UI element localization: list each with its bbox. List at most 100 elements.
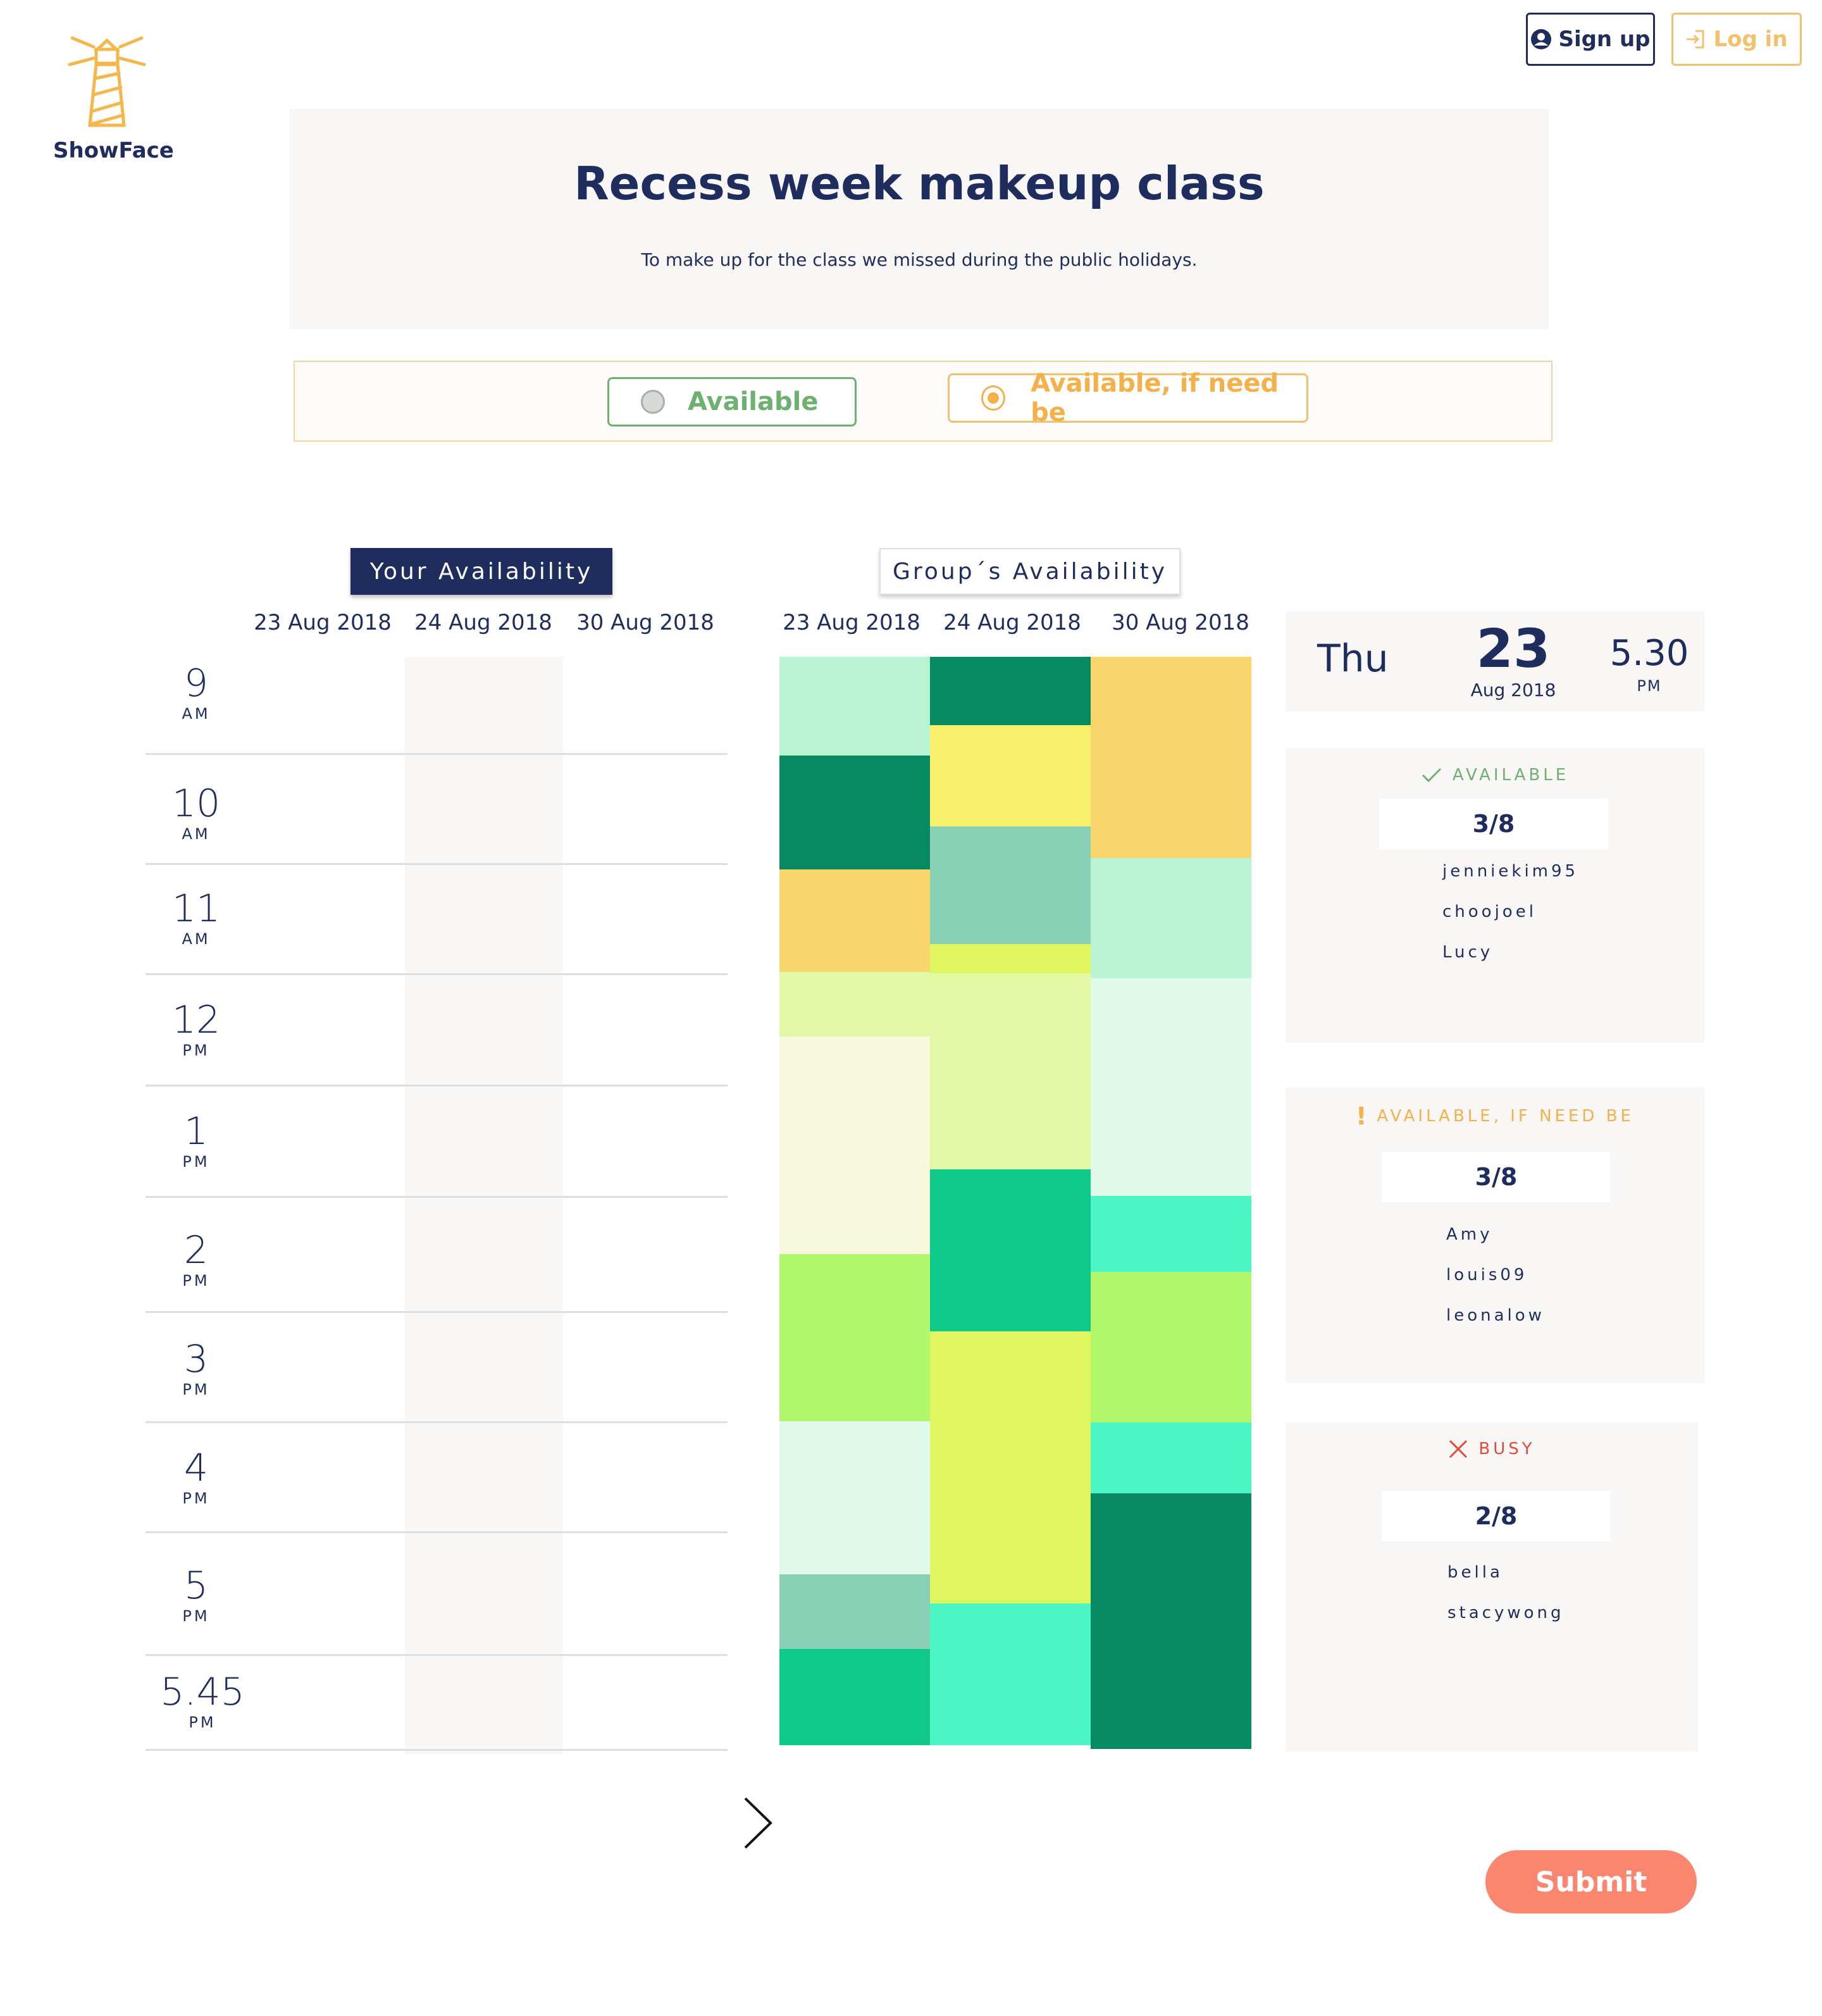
heatmap-cell[interactable] bbox=[930, 1603, 1091, 1745]
busy-panel: BUSY 2/8 bella stacywong bbox=[1286, 1422, 1698, 1752]
next-week-button[interactable] bbox=[740, 1795, 778, 1851]
busy-panel-title: BUSY bbox=[1286, 1439, 1698, 1459]
available-mode-button[interactable]: Available bbox=[607, 377, 857, 426]
group-date-header: 30 Aug 2018 bbox=[1112, 610, 1249, 635]
available-name: jenniekim95 bbox=[1442, 862, 1579, 881]
log-in-button[interactable]: Log in bbox=[1671, 13, 1802, 66]
heatmap-cell[interactable] bbox=[930, 1169, 1091, 1331]
heatmap-cell[interactable] bbox=[779, 869, 930, 972]
selected-date: 23 bbox=[1476, 618, 1551, 680]
heatmap-cell[interactable] bbox=[779, 756, 930, 869]
hour-divider bbox=[146, 1311, 728, 1313]
event-description: To make up for the class we missed durin… bbox=[641, 249, 1198, 270]
time-label: 5 PM bbox=[182, 1564, 210, 1625]
if-need-be-name: leonalow bbox=[1446, 1306, 1545, 1325]
heatmap-cell[interactable] bbox=[779, 1036, 930, 1254]
selected-ampm: PM bbox=[1637, 677, 1662, 695]
if-need-be-panel-title: ! AVAILABLE, IF NEED BE bbox=[1356, 1102, 1634, 1130]
event-title: Recess week makeup class bbox=[574, 157, 1265, 210]
heatmap-cell[interactable] bbox=[779, 1421, 930, 1574]
radio-unselected-icon bbox=[641, 390, 665, 414]
heatmap-cell[interactable] bbox=[930, 826, 1091, 944]
time-label: 9 AM bbox=[182, 661, 211, 723]
exclamation-icon: ! bbox=[1356, 1102, 1367, 1130]
selected-day: Thu bbox=[1317, 637, 1389, 681]
time-label: 12 PM bbox=[171, 998, 221, 1059]
time-label: 4 PM bbox=[182, 1446, 210, 1507]
heatmap-cell[interactable] bbox=[1091, 858, 1251, 978]
if-need-be-count: 3/8 bbox=[1382, 1152, 1611, 1202]
close-icon bbox=[1449, 1440, 1468, 1459]
selected-time: 5.30 bbox=[1609, 633, 1689, 674]
heatmap-cell[interactable] bbox=[930, 657, 1091, 725]
heatmap-cell[interactable] bbox=[779, 972, 930, 1036]
radio-selected-icon bbox=[981, 385, 1006, 411]
heatmap-cell[interactable] bbox=[779, 1574, 930, 1649]
time-label: 11 AM bbox=[171, 887, 221, 948]
hour-divider bbox=[146, 753, 728, 755]
available-panel-title: AVAILABLE bbox=[1286, 766, 1704, 785]
heatmap-cell[interactable] bbox=[930, 1331, 1091, 1603]
hour-divider bbox=[146, 1654, 728, 1656]
group-date-header: 24 Aug 2018 bbox=[943, 610, 1081, 635]
heatmap-cell[interactable] bbox=[930, 973, 1091, 1169]
heatmap-cell[interactable] bbox=[779, 657, 930, 756]
your-date-header: 30 Aug 2018 bbox=[576, 610, 714, 635]
available-panel: AVAILABLE 3/8 jenniekim95 choojoel Lucy bbox=[1286, 748, 1704, 1043]
busy-name: bella bbox=[1447, 1563, 1503, 1582]
availability-mode-selector: Available Available, if need be bbox=[294, 361, 1552, 442]
time-label: 2 PM bbox=[182, 1228, 210, 1290]
if-need-be-name: louis09 bbox=[1446, 1266, 1528, 1285]
available-mode-label: Available bbox=[688, 387, 819, 416]
heatmap-cell[interactable] bbox=[1091, 978, 1251, 1196]
selected-month-year: Aug 2018 bbox=[1470, 680, 1556, 700]
available-name: Lucy bbox=[1442, 943, 1494, 962]
showface-logo[interactable]: ShowFace bbox=[53, 25, 174, 177]
hour-divider bbox=[146, 973, 728, 975]
time-label: 1 PM bbox=[182, 1109, 210, 1171]
login-icon bbox=[1687, 30, 1704, 49]
time-label: 3 PM bbox=[182, 1337, 210, 1398]
heatmap-cell[interactable] bbox=[1091, 1493, 1251, 1749]
day-column-shade bbox=[405, 657, 563, 1754]
log-in-label: Log in bbox=[1713, 27, 1788, 52]
hour-divider bbox=[146, 863, 728, 865]
hour-divider bbox=[146, 1196, 728, 1198]
if-need-be-mode-button[interactable]: Available, if need be bbox=[948, 369, 1308, 427]
heatmap-cell[interactable] bbox=[1091, 657, 1251, 858]
heatmap-cell[interactable] bbox=[779, 1254, 930, 1421]
brand-name: ShowFace bbox=[53, 138, 174, 163]
busy-count: 2/8 bbox=[1382, 1491, 1611, 1541]
user-circle-icon bbox=[1531, 29, 1552, 49]
selected-slot-card: Thu 23 Aug 2018 5.30 PM bbox=[1286, 611, 1704, 711]
group-availability-heatmap[interactable] bbox=[779, 657, 1256, 1754]
time-label: 5.45 PM bbox=[160, 1670, 245, 1731]
sign-up-button[interactable]: Sign up bbox=[1526, 13, 1655, 66]
hour-divider bbox=[146, 1749, 728, 1751]
heatmap-cell[interactable] bbox=[930, 725, 1091, 826]
heatmap-cell[interactable] bbox=[930, 944, 1091, 973]
submit-button[interactable]: Submit bbox=[1485, 1850, 1697, 1913]
event-header: Recess week makeup class To make up for … bbox=[290, 109, 1549, 329]
busy-name: stacywong bbox=[1447, 1603, 1565, 1622]
heatmap-cell[interactable] bbox=[1091, 1422, 1251, 1493]
heatmap-cell[interactable] bbox=[779, 1649, 930, 1745]
available-name: choojoel bbox=[1442, 902, 1537, 921]
sign-up-label: Sign up bbox=[1558, 27, 1651, 52]
heatmap-cell[interactable] bbox=[1091, 1196, 1251, 1272]
time-label: 10 AM bbox=[171, 781, 221, 843]
tab-group-availability[interactable]: Group´s Availability bbox=[879, 548, 1181, 595]
lighthouse-icon bbox=[68, 36, 146, 127]
hour-divider bbox=[146, 1531, 728, 1533]
heatmap-cell[interactable] bbox=[1091, 1272, 1251, 1422]
your-date-header: 23 Aug 2018 bbox=[254, 610, 392, 635]
if-need-be-panel: ! AVAILABLE, IF NEED BE 3/8 Amy louis09 … bbox=[1286, 1087, 1704, 1383]
available-count: 3/8 bbox=[1379, 799, 1608, 849]
hour-divider bbox=[146, 1085, 728, 1086]
if-need-be-name: Amy bbox=[1446, 1225, 1493, 1244]
group-date-header: 23 Aug 2018 bbox=[783, 610, 920, 635]
check-icon bbox=[1422, 768, 1441, 783]
tab-your-availability[interactable]: Your Availability bbox=[350, 548, 612, 595]
if-need-be-mode-label: Available, if need be bbox=[1031, 369, 1279, 427]
your-date-header: 24 Aug 2018 bbox=[414, 610, 552, 635]
